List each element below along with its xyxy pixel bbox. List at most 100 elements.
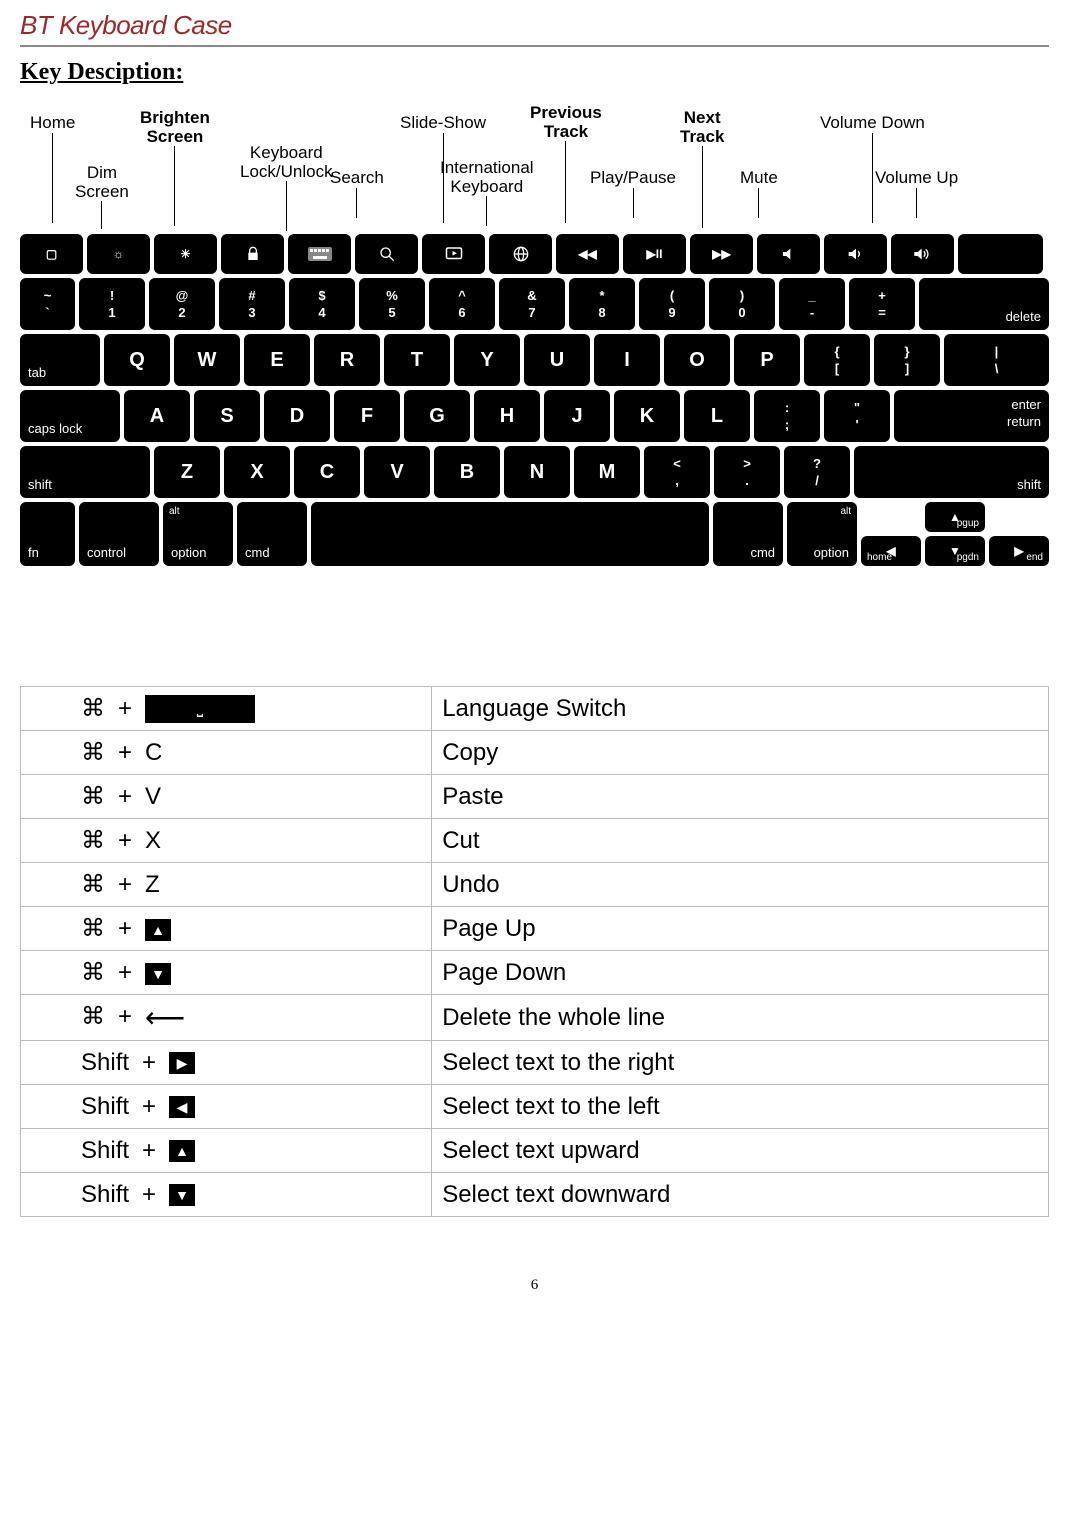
key-u: U <box>524 334 590 386</box>
key-tab: tab <box>20 334 100 386</box>
plus-sign: + <box>105 739 145 767</box>
modifier-key: Shift <box>81 1093 129 1120</box>
label-next: Next Track <box>680 109 724 228</box>
plus-sign: + <box>105 1003 145 1031</box>
shortcut-combo: ⌘+▼ <box>21 951 432 995</box>
key-i: I <box>594 334 660 386</box>
key-m: M <box>574 446 640 498</box>
arrow-icon: ◀ <box>169 1096 195 1118</box>
label-play: Play/Pause <box>590 169 676 218</box>
page-number: 6 <box>20 1277 1049 1294</box>
shortcuts-table: ⌘+⎵Language Switch⌘+CCopy⌘+VPaste⌘+XCut⌘… <box>20 686 1049 1217</box>
key-arrow-right: ▶end <box>989 536 1049 566</box>
key-9: (9 <box>639 278 705 330</box>
shortcut-desc: Select text upward <box>432 1129 1049 1173</box>
key-mute-icon <box>757 234 820 274</box>
key-next-icon: ▶▶ <box>690 234 753 274</box>
key-arrow-up: ▲pgup <box>925 502 985 532</box>
plus-sign: + <box>105 871 145 899</box>
label-mute: Mute <box>740 169 778 218</box>
key-enter: enterreturn <box>894 390 1049 442</box>
shortcut-combo: Shift+◀ <box>21 1085 432 1129</box>
key-quote: "' <box>824 390 890 442</box>
key-lock-icon <box>221 234 284 274</box>
shortcut-combo: Shift+▲ <box>21 1129 432 1173</box>
modifier-key: Shift <box>81 1049 129 1076</box>
shortcut-desc: Page Down <box>432 951 1049 995</box>
key-cmd-right: cmd <box>713 502 783 566</box>
table-row: ⌘+▼Page Down <box>21 951 1049 995</box>
shortcut-key: X <box>145 827 161 854</box>
key-4: $4 <box>289 278 355 330</box>
section-heading: Key Desciption: <box>20 59 1049 86</box>
key-j: J <box>544 390 610 442</box>
key-brighten-icon: ☀ <box>154 234 217 274</box>
shortcut-combo: ⌘+⟵ <box>21 995 432 1041</box>
key-x: X <box>224 446 290 498</box>
key-r: R <box>314 334 380 386</box>
plus-sign: + <box>129 1093 169 1121</box>
plus-sign: + <box>105 959 145 987</box>
table-row: Shift+▼Select text downward <box>21 1173 1049 1217</box>
arrow-icon: ▲ <box>145 919 171 941</box>
key-volup-icon <box>891 234 954 274</box>
key-home-icon: ▢ <box>20 234 83 274</box>
shortcut-key: Z <box>145 871 160 898</box>
modifier-key: Shift <box>81 1181 129 1208</box>
key-fn: fn <box>20 502 75 566</box>
shortcut-combo: Shift+▶ <box>21 1041 432 1085</box>
table-row: Shift+▶Select text to the right <box>21 1041 1049 1085</box>
table-row: ⌘+⎵Language Switch <box>21 687 1049 731</box>
plus-sign: + <box>105 695 145 723</box>
plus-sign: + <box>129 1137 169 1165</box>
keyboard-diagram: Home Dim Screen Brighten Screen Keyboard… <box>20 104 1049 566</box>
modifier-key: ⌘ <box>81 959 105 986</box>
table-row: Shift+▲Select text upward <box>21 1129 1049 1173</box>
key-0: )0 <box>709 278 775 330</box>
shortcut-desc: Cut <box>432 819 1049 863</box>
key-t: T <box>384 334 450 386</box>
key-w: W <box>174 334 240 386</box>
key-blank <box>958 234 1043 274</box>
key-minus: _- <box>779 278 845 330</box>
arrow-icon: ▼ <box>169 1184 195 1206</box>
key-p: P <box>734 334 800 386</box>
table-row: ⌘+⟵Delete the whole line <box>21 995 1049 1041</box>
shortcut-combo: ⌘+▲ <box>21 907 432 951</box>
key-shift-left: shift <box>20 446 150 498</box>
shortcut-key: C <box>145 739 162 766</box>
key-v: V <box>364 446 430 498</box>
key-voldown-icon <box>824 234 887 274</box>
key-option-left: altoption <box>163 502 233 566</box>
arrow-icon: ▼ <box>145 963 171 985</box>
shortcut-combo: ⌘+Z <box>21 863 432 907</box>
modifier-key: Shift <box>81 1137 129 1164</box>
key-rbracket: }] <box>874 334 940 386</box>
key-lbracket: {[ <box>804 334 870 386</box>
table-row: ⌘+VPaste <box>21 775 1049 819</box>
arrow-icon: ▶ <box>169 1052 195 1074</box>
shortcut-key: V <box>145 783 161 810</box>
key-arrow-down: ▼pgdn <box>925 536 985 566</box>
key-1: !1 <box>79 278 145 330</box>
label-home: Home <box>30 114 75 223</box>
modifier-key: ⌘ <box>81 695 105 722</box>
key-8: *8 <box>569 278 635 330</box>
key-3: #3 <box>219 278 285 330</box>
key-dim-icon: ☼ <box>87 234 150 274</box>
shortcut-desc: Select text to the right <box>432 1041 1049 1085</box>
shortcut-combo: Shift+▼ <box>21 1173 432 1217</box>
shortcut-desc: Page Up <box>432 907 1049 951</box>
key-f: F <box>334 390 400 442</box>
key-equals: += <box>849 278 915 330</box>
shortcut-desc: Copy <box>432 731 1049 775</box>
label-search: Search <box>330 169 384 218</box>
modifier-key: ⌘ <box>81 783 105 810</box>
key-7: &7 <box>499 278 565 330</box>
key-delete: delete <box>919 278 1049 330</box>
label-dim: Dim Screen <box>75 164 129 229</box>
table-row: ⌘+ZUndo <box>21 863 1049 907</box>
table-row: Shift+◀Select text to the left <box>21 1085 1049 1129</box>
shortcut-desc: Delete the whole line <box>432 995 1049 1041</box>
key-k: K <box>614 390 680 442</box>
